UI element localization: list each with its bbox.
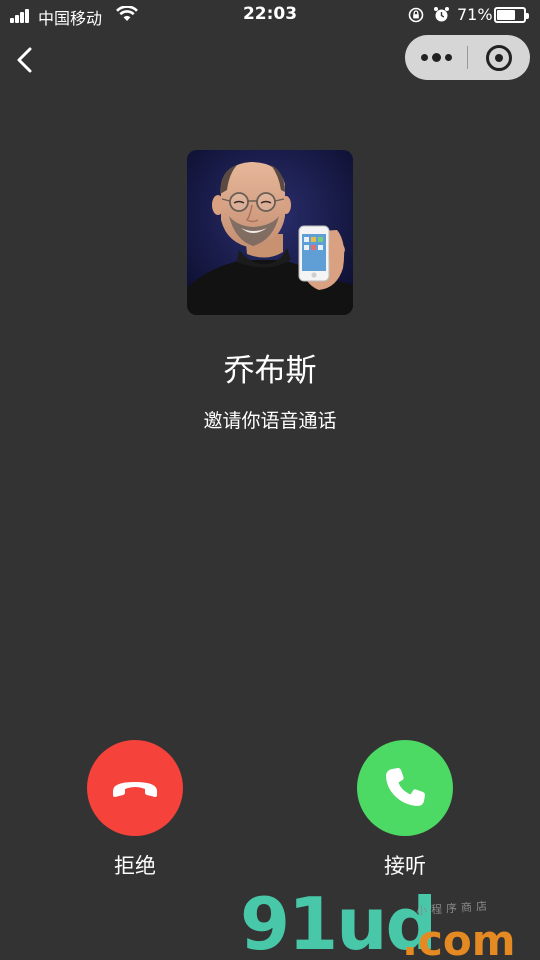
phone-icon [386, 768, 425, 806]
call-invitation-text: 邀请你语音通话 [203, 410, 337, 432]
caller-avatar [187, 150, 353, 315]
caller-name: 乔布斯 [223, 353, 317, 389]
battery-percent: 71% [457, 5, 493, 24]
close-button[interactable] [468, 35, 530, 80]
alarm-icon [434, 7, 449, 22]
accept-circle[interactable] [357, 740, 453, 836]
battery-icon [494, 7, 529, 23]
status-bar: 中国移动 22:03 71% [0, 0, 540, 30]
battery-level-fill [497, 10, 516, 20]
rotation-lock-icon [408, 7, 424, 23]
decline-circle[interactable] [87, 740, 183, 836]
decline-call-button[interactable]: 拒绝 [86, 740, 184, 880]
target-circle-icon [486, 44, 512, 71]
hang-up-phone-icon [113, 782, 157, 797]
decline-label: 拒绝 [114, 854, 156, 878]
accept-label: 接听 [384, 854, 426, 878]
accept-call-button[interactable]: 接听 [356, 740, 454, 880]
chevron-left-icon[interactable] [10, 44, 40, 76]
watermark-domain: .com [402, 916, 516, 960]
mini-program-capsule [405, 35, 530, 80]
site-watermark: 91ud .com 小程序商店 [240, 888, 540, 960]
more-dots-icon[interactable] [405, 35, 467, 80]
